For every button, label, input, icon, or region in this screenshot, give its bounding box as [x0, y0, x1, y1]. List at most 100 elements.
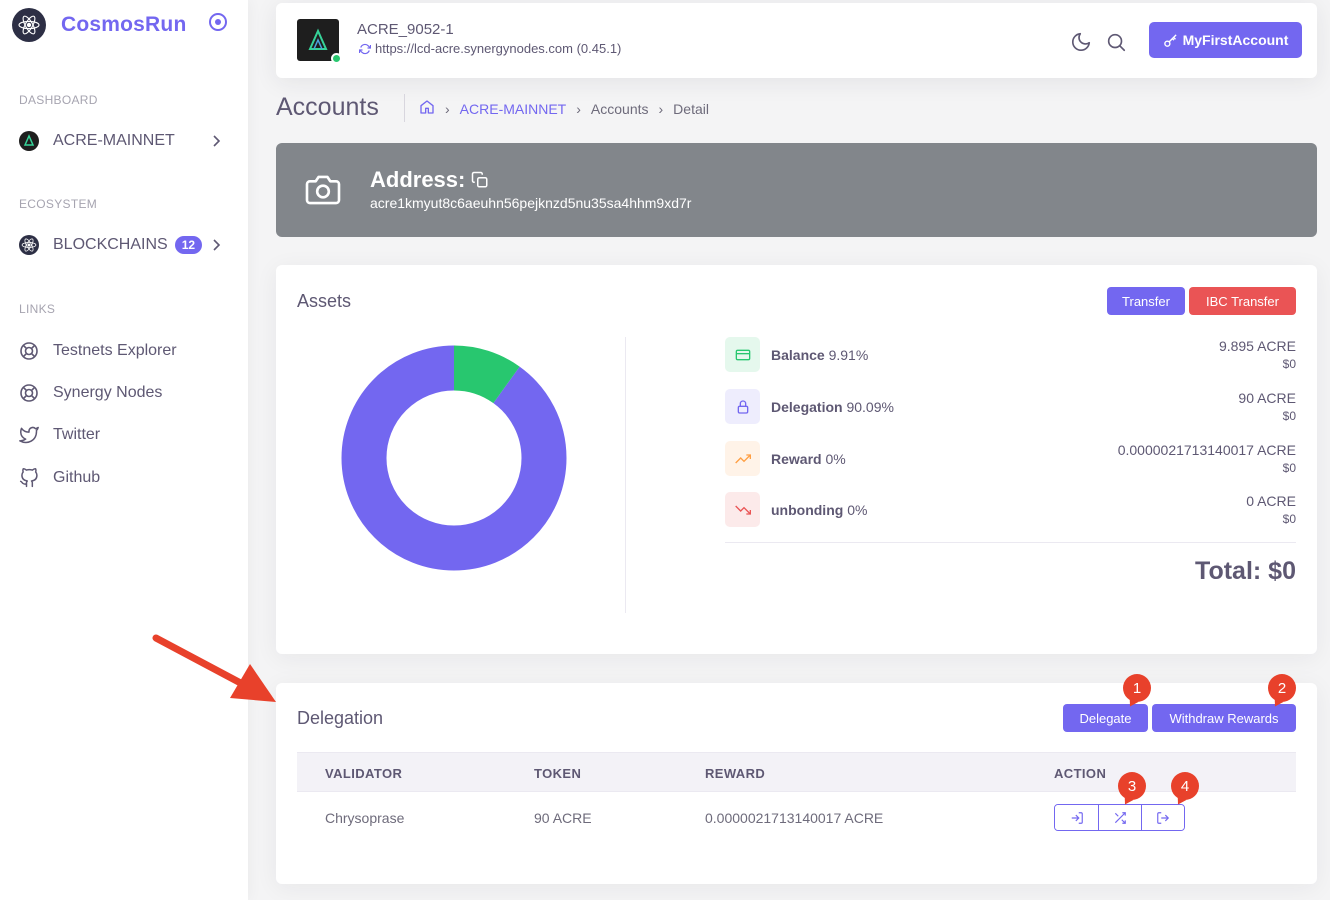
- asset-value: $0: [1282, 357, 1296, 371]
- home-icon[interactable]: [419, 99, 435, 118]
- annotation-marker-3: 3: [1118, 772, 1146, 800]
- trending-down-icon: [725, 492, 760, 527]
- account-button[interactable]: MyFirstAccount: [1149, 22, 1302, 58]
- sidebar-item-label: Synergy Nodes: [53, 384, 163, 401]
- asset-amount: 90 ACRE: [1238, 390, 1296, 406]
- sidebar-toggle-icon[interactable]: [208, 12, 228, 37]
- chevron-right-icon: [210, 132, 224, 155]
- top-navbar: ACRE_9052-1 https://lcd-acre.synergynode…: [276, 3, 1317, 78]
- sidebar-item-label: Github: [53, 469, 101, 486]
- sidebar-item-label: ACRE-MAINNET: [53, 132, 175, 149]
- address-card: Address: acre1kmyut8c6aeuhn56pejknzd5nu3…: [276, 143, 1317, 237]
- assets-donut-chart: [341, 345, 567, 571]
- acre-chain-icon: [18, 130, 40, 152]
- copy-icon[interactable]: [471, 171, 489, 189]
- assets-card: Assets Transfer IBC Transfer Balance 9.9…: [276, 265, 1317, 654]
- endpoint[interactable]: https://lcd-acre.synergynodes.com (0.45.…: [359, 41, 621, 56]
- asset-name: Balance: [771, 347, 825, 363]
- address-value: acre1kmyut8c6aeuhn56pejknzd5nu35sa4hhm9x…: [370, 195, 692, 211]
- column-header-token: TOKEN: [534, 766, 582, 781]
- delegation-action-group: [1054, 804, 1185, 831]
- sidebar-item-testnets-explorer[interactable]: Testnets Explorer: [18, 336, 230, 366]
- transfer-button[interactable]: Transfer: [1107, 287, 1185, 315]
- section-links: LINKS: [19, 302, 56, 316]
- annotation-marker-2: 2: [1268, 674, 1296, 702]
- credit-card-icon: [725, 337, 760, 372]
- shuffle-icon: [1114, 811, 1126, 824]
- asset-name: unbonding: [771, 502, 844, 518]
- assets-total: Total: $0: [1195, 557, 1296, 585]
- breadcrumb-separator: ›: [576, 100, 581, 117]
- header-divider: [404, 94, 405, 122]
- delegation-table-header: VALIDATOR TOKEN REWARD ACTION: [297, 752, 1296, 792]
- log-in-icon: [1071, 811, 1083, 824]
- annotation-marker-1: 1: [1123, 674, 1151, 702]
- breadcrumb-accounts: Accounts: [590, 100, 649, 117]
- delegate-button[interactable]: Delegate: [1063, 704, 1148, 732]
- chain-avatar: [297, 19, 342, 64]
- asset-value: $0: [1282, 409, 1296, 423]
- column-header-reward: REWARD: [705, 766, 766, 781]
- asset-name: Delegation: [771, 399, 843, 415]
- online-status-dot: [331, 53, 342, 64]
- asset-amount: 0 ACRE: [1246, 493, 1296, 509]
- column-header-action: ACTION: [1054, 766, 1107, 781]
- life-buoy-icon: [18, 340, 40, 362]
- address-label-text: Address:: [370, 167, 466, 192]
- annotation-arrow-icon: [152, 634, 276, 702]
- trending-up-icon: [725, 441, 760, 476]
- asset-name: Reward: [771, 451, 822, 467]
- asset-label: Balance 9.91%: [771, 347, 868, 363]
- sidebar-item-github[interactable]: Github: [18, 463, 230, 493]
- cosmos-icon: [18, 234, 40, 256]
- refresh-icon: [359, 43, 371, 54]
- github-icon: [18, 467, 40, 489]
- breadcrumb-separator: ›: [658, 100, 664, 117]
- sidebar-item-twitter[interactable]: Twitter: [18, 420, 230, 450]
- annotation-marker-4: 4: [1171, 772, 1199, 800]
- redelegate-action-button[interactable]: [1098, 805, 1141, 830]
- breadcrumb-chain[interactable]: ACRE-MAINNET: [460, 101, 567, 117]
- section-ecosystem: ECOSYSTEM: [19, 197, 98, 211]
- sidebar-item-acre-mainnet[interactable]: ACRE-MAINNET: [18, 126, 230, 156]
- cell-token: 90 ACRE: [534, 810, 592, 826]
- moon-icon[interactable]: [1070, 31, 1092, 58]
- delegation-title: Delegation: [297, 708, 384, 728]
- camera-icon: [305, 174, 341, 211]
- search-icon[interactable]: [1105, 31, 1127, 58]
- sidebar: CosmosRun DASHBOARD ACRE-MAINNET ECOSYST…: [0, 0, 248, 900]
- ibc-transfer-button[interactable]: IBC Transfer: [1189, 287, 1296, 315]
- account-name: MyFirstAccount: [1182, 32, 1289, 48]
- cell-validator[interactable]: Chrysoprase: [325, 810, 404, 826]
- chain-id: ACRE_9052-1: [357, 21, 454, 38]
- delegate-action-button[interactable]: [1055, 805, 1098, 830]
- column-header-validator: VALIDATOR: [325, 766, 403, 781]
- donut-delegation-segment: [341, 345, 567, 571]
- asset-row-delegation: Delegation 90.09% 90 ACRE $0: [725, 389, 1296, 425]
- asset-value: $0: [1282, 461, 1296, 475]
- cell-reward: 0.0000021713140017 ACRE: [705, 810, 884, 826]
- undelegate-action-button[interactable]: [1141, 805, 1184, 830]
- sidebar-item-label: Twitter: [53, 426, 101, 443]
- asset-label: unbonding 0%: [771, 502, 867, 518]
- page-title: Accounts: [276, 93, 379, 121]
- sidebar-item-synergy-nodes[interactable]: Synergy Nodes: [18, 378, 230, 408]
- breadcrumb: › ACRE-MAINNET › Accounts › Detail: [419, 99, 709, 118]
- breadcrumb-detail: Detail: [673, 100, 709, 117]
- asset-label: Delegation 90.09%: [771, 399, 894, 415]
- assets-total-divider: [725, 542, 1296, 543]
- sidebar-item-blockchains[interactable]: BLOCKCHAINS 12: [18, 230, 230, 260]
- brand[interactable]: CosmosRun: [12, 8, 186, 42]
- chevron-right-icon: [210, 236, 224, 259]
- asset-percent: 90.09%: [846, 399, 894, 415]
- delegation-card: Delegation Delegate Withdraw Rewards VAL…: [276, 683, 1317, 884]
- endpoint-url: https://lcd-acre.synergynodes.com (0.45.…: [375, 41, 622, 56]
- sidebar-item-label: Testnets Explorer: [53, 342, 177, 359]
- asset-amount: 0.0000021713140017 ACRE: [1117, 442, 1296, 458]
- withdraw-rewards-button[interactable]: Withdraw Rewards: [1152, 704, 1296, 732]
- asset-label: Reward 0%: [771, 451, 846, 467]
- asset-percent: 0%: [825, 451, 846, 467]
- asset-row-unbonding: unbonding 0% 0 ACRE $0: [725, 492, 1296, 528]
- address-label: Address:: [370, 167, 489, 193]
- asset-percent: 0%: [847, 502, 868, 518]
